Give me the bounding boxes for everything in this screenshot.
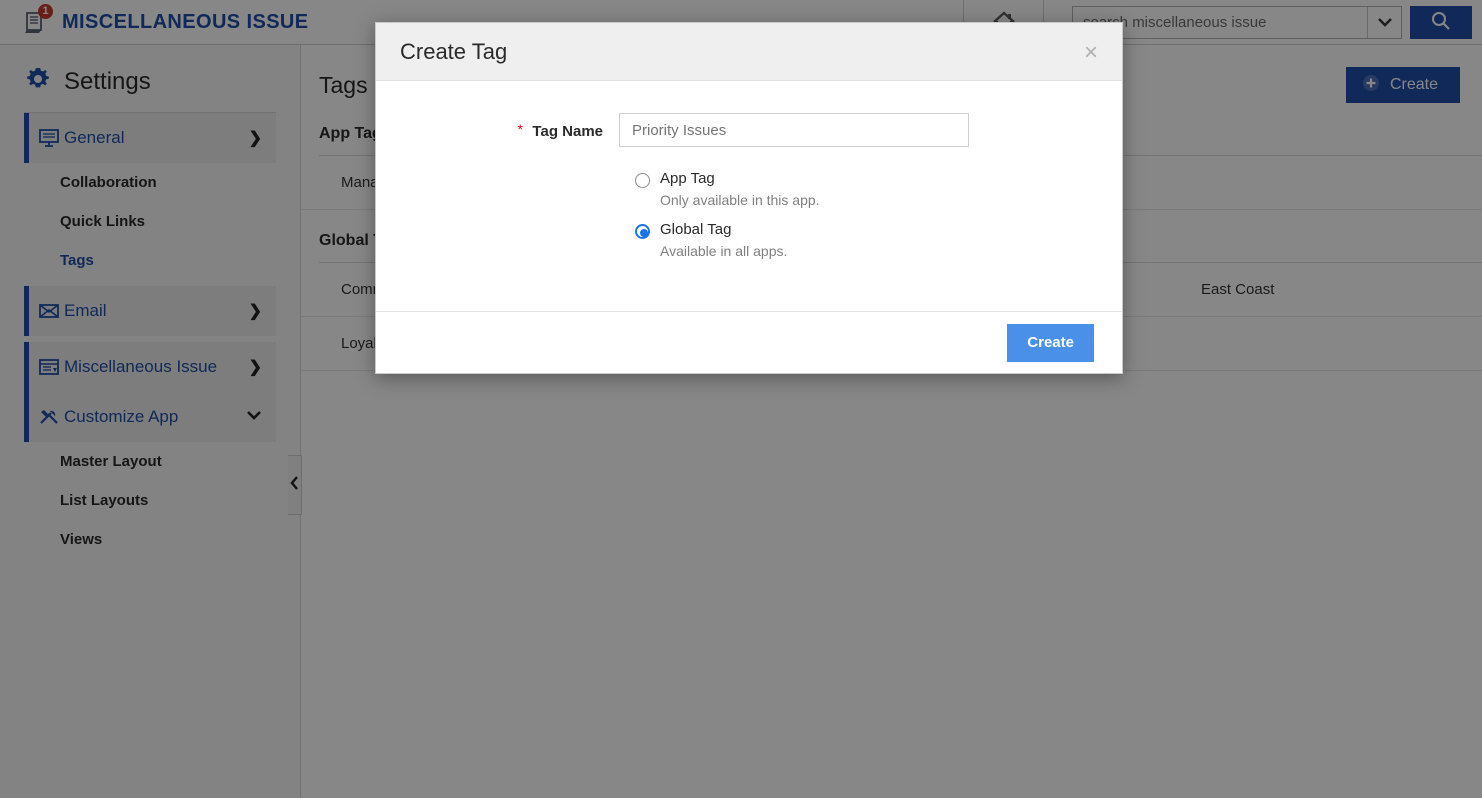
modal-footer: Create [376, 311, 1122, 373]
required-marker: * [517, 121, 523, 137]
create-tag-modal: Create Tag × * Tag Name App Tag Only ava… [375, 22, 1123, 374]
close-icon[interactable]: × [1076, 37, 1106, 67]
radio-app-tag-texts: App Tag Only available in this app. [660, 169, 820, 210]
radio-app-tag[interactable] [635, 173, 650, 188]
radio-global-tag-label: Global Tag [660, 221, 732, 239]
radio-global-tag-desc: Available in all apps. [660, 243, 788, 260]
tag-name-label-cell: * Tag Name [376, 113, 619, 141]
radio-option-app-tag[interactable]: App Tag Only available in this app. [635, 169, 1122, 210]
radio-app-tag-desc: Only available in this app. [660, 192, 820, 209]
radio-global-tag-texts: Global Tag Available in all apps. [660, 220, 787, 261]
tag-name-input[interactable] [619, 113, 969, 147]
tag-name-row: * Tag Name [376, 113, 1122, 147]
radio-app-tag-label: App Tag [660, 170, 715, 187]
tag-name-label: Tag Name [532, 123, 603, 140]
modal-header: Create Tag × [376, 23, 1122, 81]
modal-body: * Tag Name App Tag Only available in thi… [376, 81, 1122, 311]
radio-global-tag[interactable] [635, 224, 650, 240]
modal-title: Create Tag [400, 38, 508, 64]
modal-create-button[interactable]: Create [1007, 323, 1094, 362]
tag-scope-radio-group: App Tag Only available in this app. Glob… [376, 169, 1122, 261]
radio-option-global-tag[interactable]: Global Tag Available in all apps. [635, 220, 1122, 261]
app-root: 1 MISCELLANEOUS ISSUE search miscellaneo… [0, 0, 1482, 798]
